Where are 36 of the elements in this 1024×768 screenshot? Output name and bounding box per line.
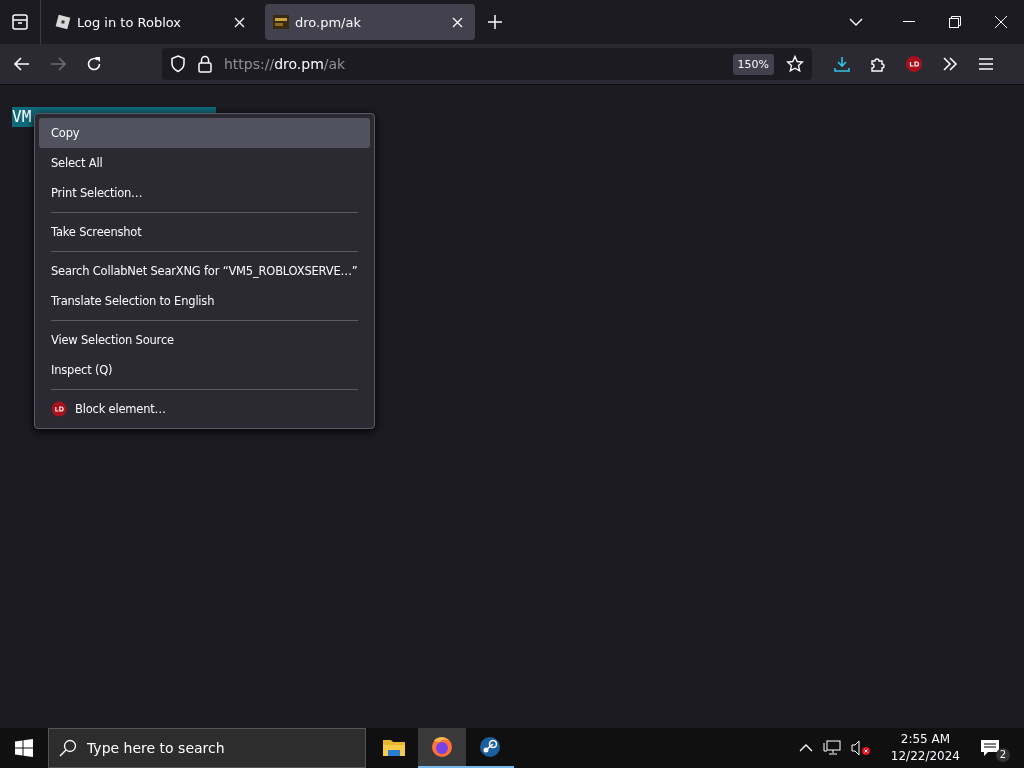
tab-title[interactable]: dro.pm/ak [295,14,446,30]
close-tab-icon[interactable] [452,16,463,28]
clock-time[interactable]: 2:55 AM [900,731,951,748]
shield-badge-icon [51,401,67,417]
plus-icon[interactable] [488,15,502,29]
firefox-icon [430,735,454,759]
roblox-logo-icon [55,14,71,30]
menu-item[interactable]: Print Selection… [39,178,370,208]
browser-tab[interactable]: Log in to Roblox [47,4,257,40]
chevron-up-icon[interactable] [798,744,813,752]
address-bar[interactable]: https://dro.pm/ak 150% [162,48,812,80]
menu-item[interactable]: Select All [39,148,370,178]
network-icon[interactable] [822,740,841,756]
menu-item[interactable]: Search CollabNet SearXNG for “VM5_ROBLOXSERVE…” [39,256,370,286]
menu-item[interactable]: View Selection Source [39,325,370,355]
close-tab-icon[interactable] [234,16,245,28]
menu-item[interactable]: Translate Selection to English [39,286,370,316]
notification-button[interactable]: 2 [980,734,1010,762]
search-icon [59,739,77,757]
browser-tab[interactable]: dro.pm/ak [265,4,475,40]
selected-text: VM [12,107,32,127]
menu-item[interactable]: Block element… [39,394,370,424]
menu-item[interactable]: Take Screenshot [39,217,370,247]
taskbar-search-field[interactable]: Type here to search [48,728,366,768]
menu-item[interactable]: Copy [39,118,370,148]
zoom-level-button[interactable]: 150% [732,53,774,75]
menu-item[interactable]: Inspect (Q) [39,355,370,385]
clock-date[interactable]: 12/22/2024 [890,748,960,765]
steam-icon [478,735,502,759]
site-favicon-icon [273,14,289,30]
lock-icon[interactable] [198,55,212,73]
shield-icon[interactable] [170,55,186,73]
url-text: https://dro.pm/ak [224,56,346,72]
speaker-muted-icon[interactable] [850,740,871,756]
star-icon[interactable] [786,55,804,73]
tab-title[interactable]: Log in to Roblox [77,14,228,30]
